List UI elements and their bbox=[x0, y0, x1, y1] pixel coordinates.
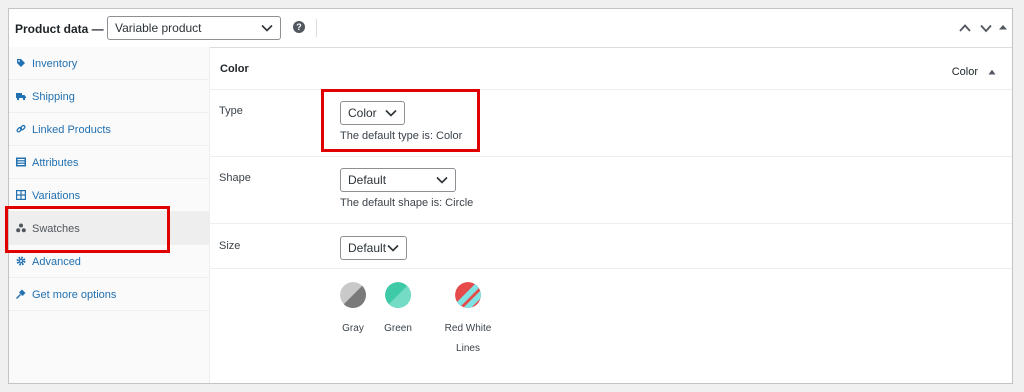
chevron-down-icon bbox=[387, 244, 399, 252]
help-icon[interactable]: ? bbox=[293, 21, 305, 33]
product-data-title: Product data — bbox=[15, 22, 104, 36]
tab-label: Variations bbox=[32, 190, 81, 202]
tab-label: Get more options bbox=[32, 289, 117, 301]
red-white-lines-swatch[interactable] bbox=[455, 282, 481, 308]
tab-label: Shipping bbox=[32, 91, 75, 103]
gear-icon bbox=[16, 256, 26, 266]
move-up-icon[interactable] bbox=[958, 21, 972, 35]
size-select[interactable]: Default bbox=[340, 236, 407, 260]
attribute-value: Color bbox=[951, 66, 978, 78]
size-label: Size bbox=[219, 240, 241, 252]
header-divider bbox=[316, 19, 317, 37]
gray-swatch[interactable] bbox=[340, 282, 366, 308]
plugin-icon bbox=[16, 289, 26, 299]
collapse-icon[interactable] bbox=[988, 69, 996, 75]
size-row: Size Default Gray Green Red White Lines bbox=[209, 223, 1012, 383]
size-select-value: Default bbox=[348, 241, 387, 255]
attribute-header[interactable]: Color Color bbox=[209, 47, 1012, 90]
attribute-name: Color bbox=[220, 63, 249, 75]
tab-label: Advanced bbox=[32, 256, 81, 268]
green-swatch[interactable] bbox=[385, 282, 411, 308]
toggle-panel-icon[interactable] bbox=[996, 21, 1010, 35]
tab-label: Attributes bbox=[32, 157, 79, 169]
tab-shipping[interactable]: Shipping bbox=[9, 80, 209, 113]
shape-row: Shape Default The default shape is: Circ… bbox=[209, 156, 1012, 224]
tag-icon bbox=[17, 59, 25, 67]
red-white-lines-swatch-label: Red White Lines bbox=[433, 321, 503, 357]
row-divider bbox=[209, 268, 1012, 269]
product-type-value: Variable product bbox=[115, 21, 202, 35]
swatch-label-line: Red White bbox=[444, 323, 492, 334]
tab-linked-products[interactable]: Linked Products bbox=[9, 113, 209, 146]
swatch-label-line: Lines bbox=[456, 343, 480, 354]
tab-attributes[interactable]: Attributes bbox=[9, 146, 209, 179]
truck-icon bbox=[16, 93, 26, 101]
product-type-select[interactable]: Variable product bbox=[107, 16, 281, 40]
grid-icon bbox=[16, 190, 26, 200]
chevron-down-icon bbox=[436, 176, 448, 184]
tab-label: Linked Products bbox=[32, 124, 111, 136]
tab-get-more-options[interactable]: Get more options bbox=[9, 278, 209, 311]
shape-description: The default shape is: Circle bbox=[340, 197, 474, 209]
tab-inventory[interactable]: Inventory bbox=[9, 47, 209, 80]
shape-label: Shape bbox=[219, 172, 251, 184]
list-icon bbox=[16, 157, 26, 167]
tab-label: Inventory bbox=[32, 58, 78, 70]
gray-swatch-label: Gray bbox=[342, 323, 364, 334]
type-label: Type bbox=[219, 105, 243, 117]
move-down-icon[interactable] bbox=[979, 21, 993, 35]
green-swatch-label: Green bbox=[384, 323, 412, 334]
chevron-down-icon bbox=[261, 24, 273, 32]
product-data-header: Product data — Variable product ? bbox=[9, 9, 1012, 48]
swatches-tab-highlight bbox=[5, 206, 170, 253]
shape-select-value: Default bbox=[348, 173, 387, 187]
link-icon bbox=[16, 124, 26, 133]
product-data-box: Product data — Variable product ? Invent… bbox=[5, 8, 1013, 384]
type-field-highlight bbox=[321, 89, 480, 152]
shape-select[interactable]: Default bbox=[340, 168, 456, 192]
